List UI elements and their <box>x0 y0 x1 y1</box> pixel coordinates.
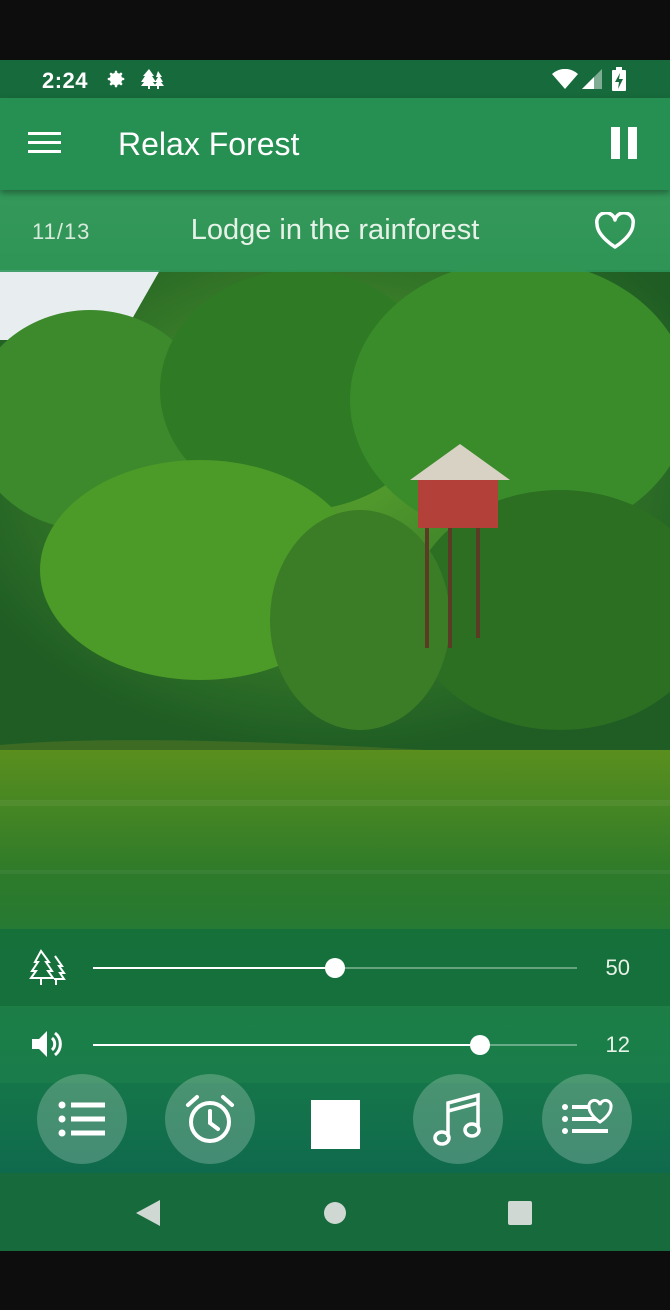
battery-icon <box>612 67 626 96</box>
back-icon[interactable] <box>136 1200 160 1231</box>
alarm-button[interactable] <box>165 1074 255 1164</box>
navigation-bar <box>0 1173 670 1251</box>
forest-level-value: 50 <box>605 955 630 980</box>
hamburger-menu-icon[interactable] <box>28 131 62 160</box>
signal-icon <box>582 69 602 94</box>
favorites-list-button[interactable] <box>542 1074 632 1164</box>
trees-icon <box>28 948 68 993</box>
recents-icon[interactable] <box>508 1201 532 1230</box>
speaker-icon <box>30 1028 64 1065</box>
forest-sound-slider-row: 50 <box>0 929 670 1006</box>
volume-slider-fill <box>93 1044 480 1046</box>
gear-icon <box>105 68 127 95</box>
app-title: Relax Forest <box>118 126 300 162</box>
volume-level-value: 12 <box>605 1032 630 1057</box>
status-time: 2:24 <box>42 68 89 93</box>
alarm-clock-icon <box>186 1095 234 1143</box>
track-info-bar: 11/13 Lodge in the rainforest <box>0 190 670 272</box>
pause-button[interactable] <box>610 127 638 164</box>
favorite-button[interactable] <box>594 211 636 255</box>
track-title: Lodge in the rainforest <box>190 214 480 246</box>
forest-slider-thumb[interactable] <box>325 958 345 978</box>
forest-slider[interactable] <box>93 958 577 978</box>
home-icon[interactable] <box>323 1201 347 1230</box>
music-button[interactable] <box>413 1074 503 1164</box>
playlist-button[interactable] <box>37 1074 127 1164</box>
heart-outline-icon <box>595 211 635 249</box>
stop-button[interactable] <box>311 1100 360 1149</box>
pause-icon <box>611 127 637 159</box>
trees-icon <box>140 67 166 96</box>
playlist-icon <box>58 1101 105 1137</box>
favorites-list-icon <box>562 1098 613 1134</box>
volume-slider-row: 12 <box>0 1006 670 1083</box>
volume-slider-thumb[interactable] <box>470 1035 490 1055</box>
status-bar: 2:24 <box>0 60 670 98</box>
music-note-icon <box>433 1092 481 1146</box>
app-bar: Relax Forest <box>0 98 670 190</box>
forest-slider-fill <box>93 967 335 969</box>
volume-slider[interactable] <box>93 1035 577 1055</box>
wifi-icon <box>552 68 578 94</box>
